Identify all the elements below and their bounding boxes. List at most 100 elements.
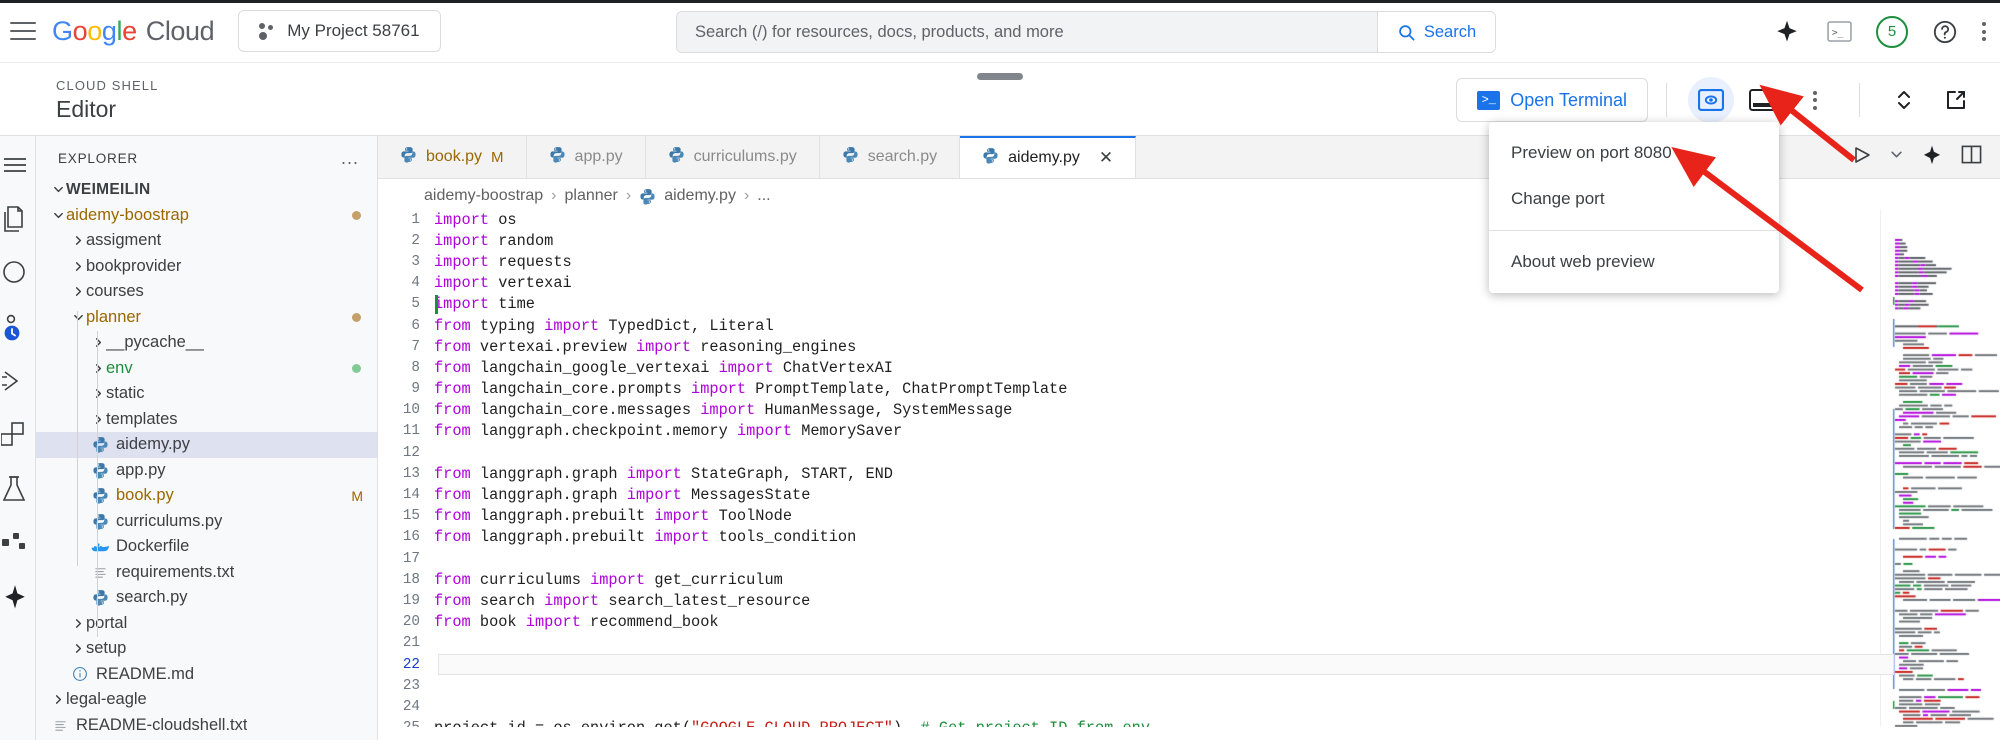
tree-item-templates[interactable]: templates — [36, 407, 377, 433]
tree-item-legal-eagle[interactable]: legal-eagle — [36, 687, 377, 713]
breadcrumb-segment[interactable]: planner — [565, 187, 618, 205]
line-content: from langgraph.prebuilt import tools_con… — [434, 528, 856, 546]
project-name: My Project 58761 — [287, 21, 419, 41]
indent-guide — [77, 311, 78, 566]
cloud-shell-more-options-icon[interactable] — [1792, 77, 1838, 123]
git-modified-badge: M — [351, 488, 363, 504]
tree-item-bookprovider[interactable]: bookprovider — [36, 254, 377, 280]
open-terminal-panel-icon[interactable] — [1740, 77, 1786, 123]
line-number: 22 — [378, 657, 434, 673]
search-button[interactable]: Search — [1377, 12, 1495, 52]
page-title: Editor — [56, 96, 158, 123]
search-input[interactable] — [677, 12, 1377, 52]
code-line: 9from langchain_core.prompts import Prom… — [378, 379, 2000, 400]
close-icon[interactable]: ✕ — [1099, 148, 1113, 168]
breadcrumb-segment[interactable]: aidemy.py — [664, 187, 736, 205]
line-number: 12 — [378, 445, 434, 461]
menu-item-about-web-preview[interactable]: About web preview — [1489, 239, 1779, 285]
line-content: from langgraph.prebuilt import ToolNode — [434, 507, 792, 525]
panel-resize-handle[interactable] — [977, 73, 1023, 80]
line-number: 13 — [378, 466, 434, 482]
explorer-more-icon[interactable]: ... — [341, 148, 359, 169]
tree-item-app-py[interactable]: app.py — [36, 458, 377, 484]
menu-item-change-port[interactable]: Change port — [1489, 176, 1779, 222]
gemini-icon[interactable] — [0, 582, 30, 612]
project-icon — [259, 23, 275, 40]
tree-item-readme-cloudshell-txt[interactable]: README-cloudshell.txt — [36, 713, 377, 739]
gemini-sparkle-icon[interactable] — [1921, 144, 1943, 171]
breadcrumb-segment[interactable]: ... — [757, 187, 770, 205]
notification-badge[interactable]: 5 — [1876, 16, 1908, 48]
tree-item-search-py[interactable]: search.py — [36, 585, 377, 611]
run-button[interactable] — [1852, 145, 1872, 170]
logo-cloud-word: Cloud — [146, 16, 215, 47]
code-line: 13from langgraph.graph import StateGraph… — [378, 463, 2000, 484]
tree-item-aidemy-boostrap[interactable]: aidemy-boostrap — [36, 203, 377, 229]
chevron-right-icon — [90, 337, 106, 348]
more-options-icon[interactable] — [1982, 22, 1986, 41]
project-selector-chip[interactable]: My Project 58761 — [238, 10, 440, 52]
cloud-code-icon[interactable] — [0, 528, 30, 558]
breadcrumb-separator: › — [551, 187, 556, 205]
tree-item-env[interactable]: env — [36, 356, 377, 382]
tab-curriculums-py[interactable]: curriculums.py — [646, 136, 820, 178]
tree-item-portal[interactable]: portal — [36, 611, 377, 637]
cloud-shell-icon[interactable]: >_ — [1824, 17, 1854, 47]
line-number: 3 — [378, 254, 434, 270]
open-terminal-button[interactable]: >_ Open Terminal — [1456, 78, 1648, 122]
line-number: 23 — [378, 678, 434, 694]
indent-guide — [97, 331, 98, 637]
tree-item-planner[interactable]: planner — [36, 305, 377, 331]
hamburger-icon[interactable] — [10, 22, 36, 40]
source-control-icon[interactable] — [0, 312, 30, 342]
tree-root-row[interactable]: WEIMEILIN — [36, 177, 377, 203]
run-options-chevron-down-icon[interactable] — [1890, 148, 1903, 166]
line-number: 7 — [378, 339, 434, 355]
explorer-icon[interactable] — [0, 204, 30, 234]
menu-icon[interactable] — [0, 150, 30, 180]
web-preview-icon[interactable] — [1688, 77, 1734, 123]
testing-icon[interactable] — [0, 474, 30, 504]
search-icon[interactable] — [0, 258, 30, 288]
tree-item--pycache-[interactable]: __pycache__ — [36, 330, 377, 356]
global-search[interactable]: Search — [676, 11, 1496, 53]
tree-item-static[interactable]: static — [36, 381, 377, 407]
chevron-down-icon — [50, 210, 66, 221]
line-number: 15 — [378, 508, 434, 524]
tree-item-courses[interactable]: courses — [36, 279, 377, 305]
breadcrumb-segment[interactable]: aidemy-boostrap — [424, 187, 543, 205]
line-number: 20 — [378, 614, 434, 630]
minimap[interactable] — [1880, 209, 2000, 727]
tree-item-book-py[interactable]: book.pyM — [36, 483, 377, 509]
search-button-label: Search — [1424, 23, 1476, 42]
extensions-icon[interactable] — [0, 420, 30, 450]
tree-item-dockerfile[interactable]: Dockerfile — [36, 534, 377, 560]
line-number: 17 — [378, 551, 434, 567]
tree-item-setup[interactable]: setup — [36, 636, 377, 662]
gemini-sparkle-icon[interactable] — [1772, 17, 1802, 47]
expand-collapse-icon[interactable] — [1881, 77, 1927, 123]
line-number: 14 — [378, 487, 434, 503]
tab-book-py[interactable]: book.pyM — [378, 136, 527, 178]
tab-search-py[interactable]: search.py — [820, 136, 960, 178]
tree-item-requirements-txt[interactable]: requirements.txt — [36, 560, 377, 586]
tree-item-curriculums-py[interactable]: curriculums.py — [36, 509, 377, 535]
tree-item-aidemy-py[interactable]: aidemy.py — [36, 432, 377, 458]
split-editor-icon[interactable] — [1961, 144, 1982, 170]
menu-item-preview-on-port-8080[interactable]: Preview on port 8080 — [1489, 130, 1779, 176]
google-cloud-logo[interactable]: Google Cloud — [52, 16, 214, 47]
tree-item-label: setup — [86, 639, 126, 658]
tab-app-py[interactable]: app.py — [527, 136, 646, 178]
help-icon[interactable] — [1930, 17, 1960, 47]
code-line: 21 — [378, 633, 2000, 654]
menu-divider — [1489, 230, 1779, 231]
tree-item-assigment[interactable]: assigment — [36, 228, 377, 254]
tree-item-label: templates — [106, 410, 178, 429]
tree-item-label: bookprovider — [86, 257, 181, 276]
line-number: 25 — [378, 720, 434, 727]
code-line: 10from langchain_core.messages import Hu… — [378, 400, 2000, 421]
run-debug-icon[interactable] — [0, 366, 30, 396]
tree-item-readme-md[interactable]: README.md — [36, 662, 377, 688]
open-new-window-icon[interactable] — [1933, 77, 1979, 123]
tab-aidemy-py[interactable]: aidemy.py✕ — [960, 136, 1136, 178]
